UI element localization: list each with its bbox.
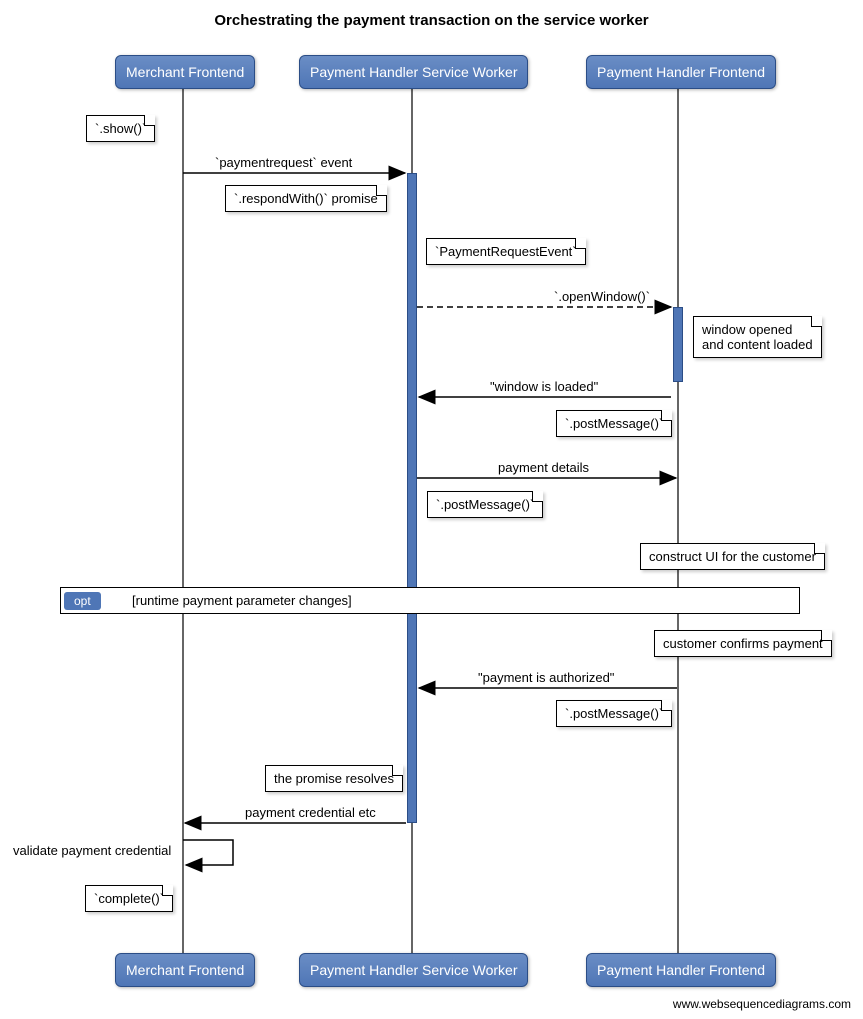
note-text: `complete()` (94, 891, 164, 906)
opt-guard: [runtime payment parameter changes] (132, 593, 352, 608)
msg-paymentauthorized: "payment is authorized" (478, 670, 614, 685)
note-text: window opened (702, 322, 792, 337)
actor-merchant-top: Merchant Frontend (115, 55, 255, 89)
actor-sw-top: Payment Handler Service Worker (299, 55, 528, 89)
note-text2: and content loaded (702, 337, 813, 352)
opt-frame: opt [runtime payment parameter changes] (60, 587, 800, 614)
note-text: the promise resolves (274, 771, 394, 786)
note-constructui: construct UI for the customer (640, 543, 825, 570)
note-postmessage1: `.postMessage()` (556, 410, 672, 437)
note-respondwith: `.respondWith()` promise (225, 185, 387, 212)
note-text: construct UI for the customer (649, 549, 816, 564)
msg-paymentdetails: payment details (498, 460, 589, 475)
note-text: `.show()` (95, 121, 146, 136)
msg-paymentcredential: payment credential etc (245, 805, 376, 820)
diagram-title: Orchestrating the payment transaction on… (0, 12, 863, 29)
msg-validate: validate payment credential (13, 843, 171, 858)
activation-sw (407, 173, 417, 823)
note-text: `.respondWith()` promise (234, 191, 378, 206)
note-postmessage3: `.postMessage()` (556, 700, 672, 727)
opt-label: opt (64, 592, 101, 610)
note-text: `.postMessage()` (565, 416, 663, 431)
note-complete: `complete()` (85, 885, 173, 912)
attribution: www.websequencediagrams.com (673, 997, 851, 1011)
msg-openwindow: `.openWindow()` (554, 289, 650, 304)
actor-merchant-bottom: Merchant Frontend (115, 953, 255, 987)
note-pre: `PaymentRequestEvent` (426, 238, 586, 265)
note-postmessage2: `.postMessage()` (427, 491, 543, 518)
actor-frontend-top: Payment Handler Frontend (586, 55, 776, 89)
actor-frontend-bottom: Payment Handler Frontend (586, 953, 776, 987)
note-customerconfirms: customer confirms payment (654, 630, 832, 657)
note-windowopened: window opened and content loaded (693, 316, 822, 358)
note-text: `PaymentRequestEvent` (435, 244, 577, 259)
msg-windowloaded: "window is loaded" (490, 379, 598, 394)
lifeline-merchant (182, 88, 184, 958)
lifeline-frontend (677, 88, 679, 958)
msg-paymentrequest: `paymentrequest` event (215, 155, 352, 170)
note-show: `.show()` (86, 115, 155, 142)
actor-sw-bottom: Payment Handler Service Worker (299, 953, 528, 987)
note-text: `.postMessage()` (436, 497, 534, 512)
note-text: customer confirms payment (663, 636, 823, 651)
activation-frontend (673, 307, 683, 382)
note-promiseresolves: the promise resolves (265, 765, 403, 792)
note-text: `.postMessage()` (565, 706, 663, 721)
